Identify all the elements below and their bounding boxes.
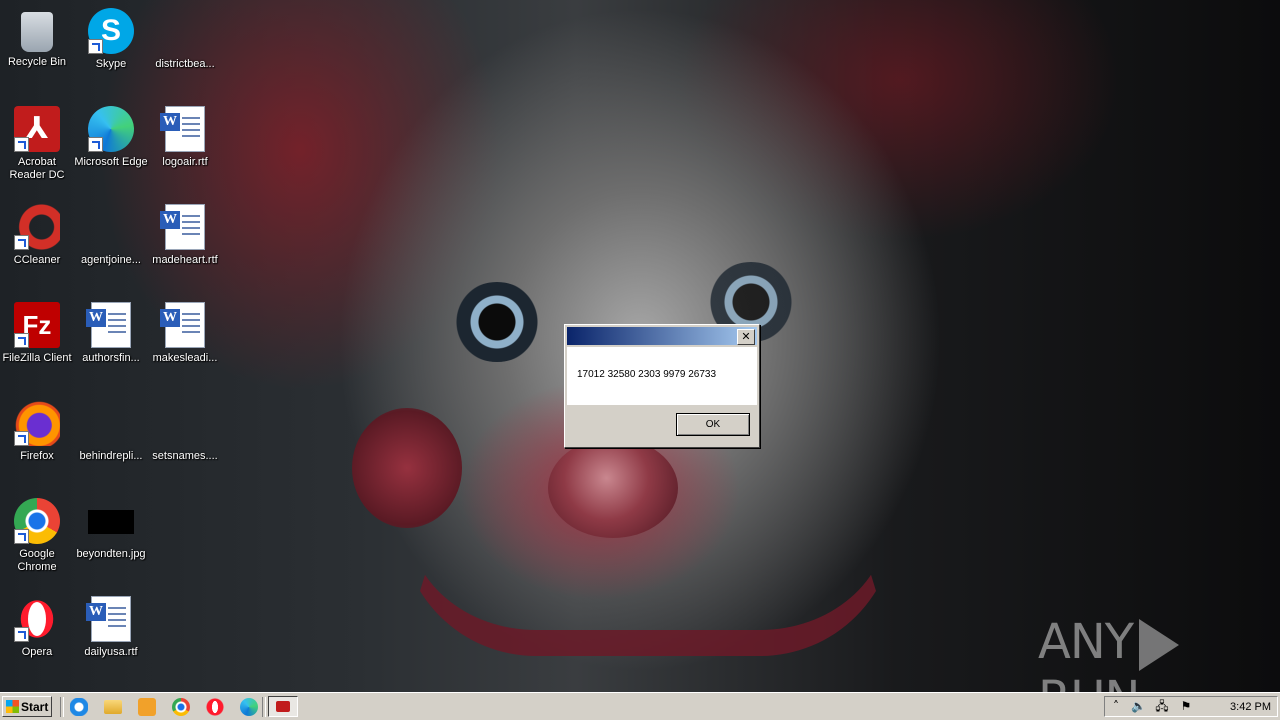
desktop-icon-label: makesleadi... — [152, 352, 218, 364]
shortcut-arrow-icon — [14, 529, 29, 544]
chevron-up-icon[interactable]: ˄ — [1109, 700, 1123, 713]
shortcut-arrow-icon — [14, 137, 29, 152]
desktop-icon-label: Acrobat Reader DC — [9, 156, 65, 181]
play-triangle-icon — [1139, 619, 1180, 671]
desktop-icon-authorsfin[interactable]: W authorsfin... — [74, 302, 148, 365]
desktop-icon-madeheart[interactable]: W madeheart.rtf — [148, 204, 222, 267]
blank-file-icon — [162, 8, 208, 54]
desktop-icon-label: authorsfin... — [82, 352, 140, 364]
blank-file-icon — [88, 400, 134, 446]
desktop-icon-acrobat[interactable]: ⅄ Acrobat Reader DC — [0, 106, 74, 182]
taskbar-separator — [60, 697, 64, 717]
wallpaper-cheek — [352, 408, 462, 528]
message-dialog: ✕ 17012 32580 2303 9979 26733 OK — [564, 324, 760, 448]
shortcut-arrow-icon — [14, 333, 29, 348]
dialog-close-button[interactable]: ✕ — [737, 329, 755, 345]
clock[interactable]: 3:42 PM — [1230, 700, 1271, 714]
network-icon[interactable]: 🖧 — [1155, 700, 1169, 713]
desktop-icon-logoair[interactable]: W logoair.rtf — [148, 106, 222, 169]
wallpaper-mouth — [400, 520, 896, 656]
rtf-document-icon: W — [160, 302, 205, 348]
desktop-icon-label: Opera — [21, 646, 53, 658]
acrobat-task-icon — [276, 701, 290, 712]
desktop-icon-label: Recycle Bin — [7, 56, 67, 68]
desktop-background: Recycle Bin ⅄ Acrobat Reader DC CCleaner… — [0, 0, 1280, 727]
internet-explorer-icon[interactable] — [70, 698, 88, 716]
desktop-icon-label: behindrepli... — [79, 450, 143, 462]
desktop-icon-label: districtbea... — [155, 58, 215, 70]
desktop-icon-label: madeheart.rtf — [152, 254, 218, 266]
wallpaper-eye-left — [452, 282, 542, 362]
rtf-document-icon: W — [160, 106, 205, 152]
desktop-icon-agentjoine[interactable]: agentjoine... — [74, 204, 148, 267]
volume-icon[interactable]: 🔈 — [1131, 700, 1146, 713]
shortcut-arrow-icon — [14, 431, 29, 446]
desktop-icon-edge[interactable]: Microsoft Edge — [74, 106, 148, 169]
taskbar-active-app[interactable] — [268, 696, 298, 717]
shortcut-arrow-icon — [88, 137, 103, 152]
shortcut-arrow-icon — [88, 39, 103, 54]
desktop-icon-chrome[interactable]: Google Chrome — [0, 498, 74, 574]
desktop-icon-skype[interactable]: S Skype — [74, 8, 148, 71]
watermark-left: ANY — [1038, 614, 1134, 670]
taskbar: Start ˄ 🔈 🖧 ⚑ 3:42 PM — [0, 692, 1280, 720]
opera-icon[interactable] — [206, 698, 224, 716]
desktop-icon-label: Skype — [95, 58, 127, 70]
chrome-icon[interactable] — [172, 698, 190, 716]
dialog-titlebar[interactable]: ✕ — [567, 327, 757, 345]
desktop-icon-label: Google Chrome — [17, 548, 57, 573]
desktop-icon-label: beyondten.jpg — [76, 548, 146, 560]
filezilla-icon: Fz — [14, 302, 60, 348]
rtf-document-icon: W — [160, 204, 205, 250]
ccleaner-icon — [14, 204, 60, 250]
system-tray: ˄ 🔈 🖧 ⚑ 3:42 PM — [1104, 696, 1278, 717]
opera-icon — [14, 596, 60, 642]
taskbar-separator — [262, 697, 266, 717]
rtf-document-icon: W — [86, 596, 131, 642]
blank-file-icon — [88, 204, 134, 250]
start-button[interactable]: Start — [2, 696, 52, 717]
desktop-icon-label: CCleaner — [13, 254, 61, 266]
ok-button[interactable]: OK — [676, 413, 750, 436]
recycle-bin-icon — [21, 12, 53, 52]
desktop-icon-label: logoair.rtf — [162, 156, 208, 168]
desktop-icon-opera[interactable]: Opera — [0, 596, 74, 659]
desktop-icon-label: Firefox — [20, 450, 54, 462]
desktop-icon-label: FileZilla Client — [2, 352, 72, 364]
desktop-icon-setsnames[interactable]: setsnames.... — [148, 400, 222, 463]
acrobat-icon: ⅄ — [14, 106, 60, 152]
dialog-body: 17012 32580 2303 9979 26733 — [567, 347, 757, 405]
desktop-icon-ccleaner[interactable]: CCleaner — [0, 204, 74, 267]
firefox-icon — [14, 400, 60, 446]
shortcut-arrow-icon — [14, 235, 29, 250]
folder-icon[interactable] — [104, 700, 122, 714]
start-label: Start — [21, 700, 49, 714]
chrome-icon — [14, 498, 60, 544]
rtf-document-icon: W — [86, 302, 131, 348]
skype-icon: S — [88, 8, 134, 54]
edge-icon — [88, 106, 134, 152]
desktop-icon-recycle-bin[interactable]: Recycle Bin — [0, 8, 74, 69]
desktop-icon-makesleadi[interactable]: W makesleadi... — [148, 302, 222, 365]
windows-logo-icon — [6, 700, 19, 713]
dialog-message: 17012 32580 2303 9979 26733 — [577, 369, 717, 380]
desktop-icon-label: setsnames.... — [152, 450, 218, 462]
desktop-icon-label: agentjoine... — [81, 254, 141, 266]
desktop-icon-behindrepli[interactable]: behindrepli... — [74, 400, 148, 463]
desktop-icon-beyondten[interactable]: beyondten.jpg — [74, 498, 148, 561]
desktop-icon-label: dailyusa.rtf — [84, 646, 138, 658]
flag-icon[interactable]: ⚑ — [1179, 700, 1193, 713]
image-file-icon — [88, 510, 134, 534]
desktop-icon-districtbea[interactable]: districtbea... — [148, 8, 222, 71]
blank-file-icon — [162, 400, 208, 446]
desktop-icon-label: Microsoft Edge — [74, 156, 148, 168]
media-player-icon[interactable] — [138, 698, 156, 716]
edge-icon[interactable] — [240, 698, 258, 716]
desktop-icon-dailyusa[interactable]: W dailyusa.rtf — [74, 596, 148, 659]
shortcut-arrow-icon — [14, 627, 29, 642]
desktop-icon-filezilla[interactable]: Fz FileZilla Client — [0, 302, 74, 365]
desktop-icon-firefox[interactable]: Firefox — [0, 400, 74, 463]
